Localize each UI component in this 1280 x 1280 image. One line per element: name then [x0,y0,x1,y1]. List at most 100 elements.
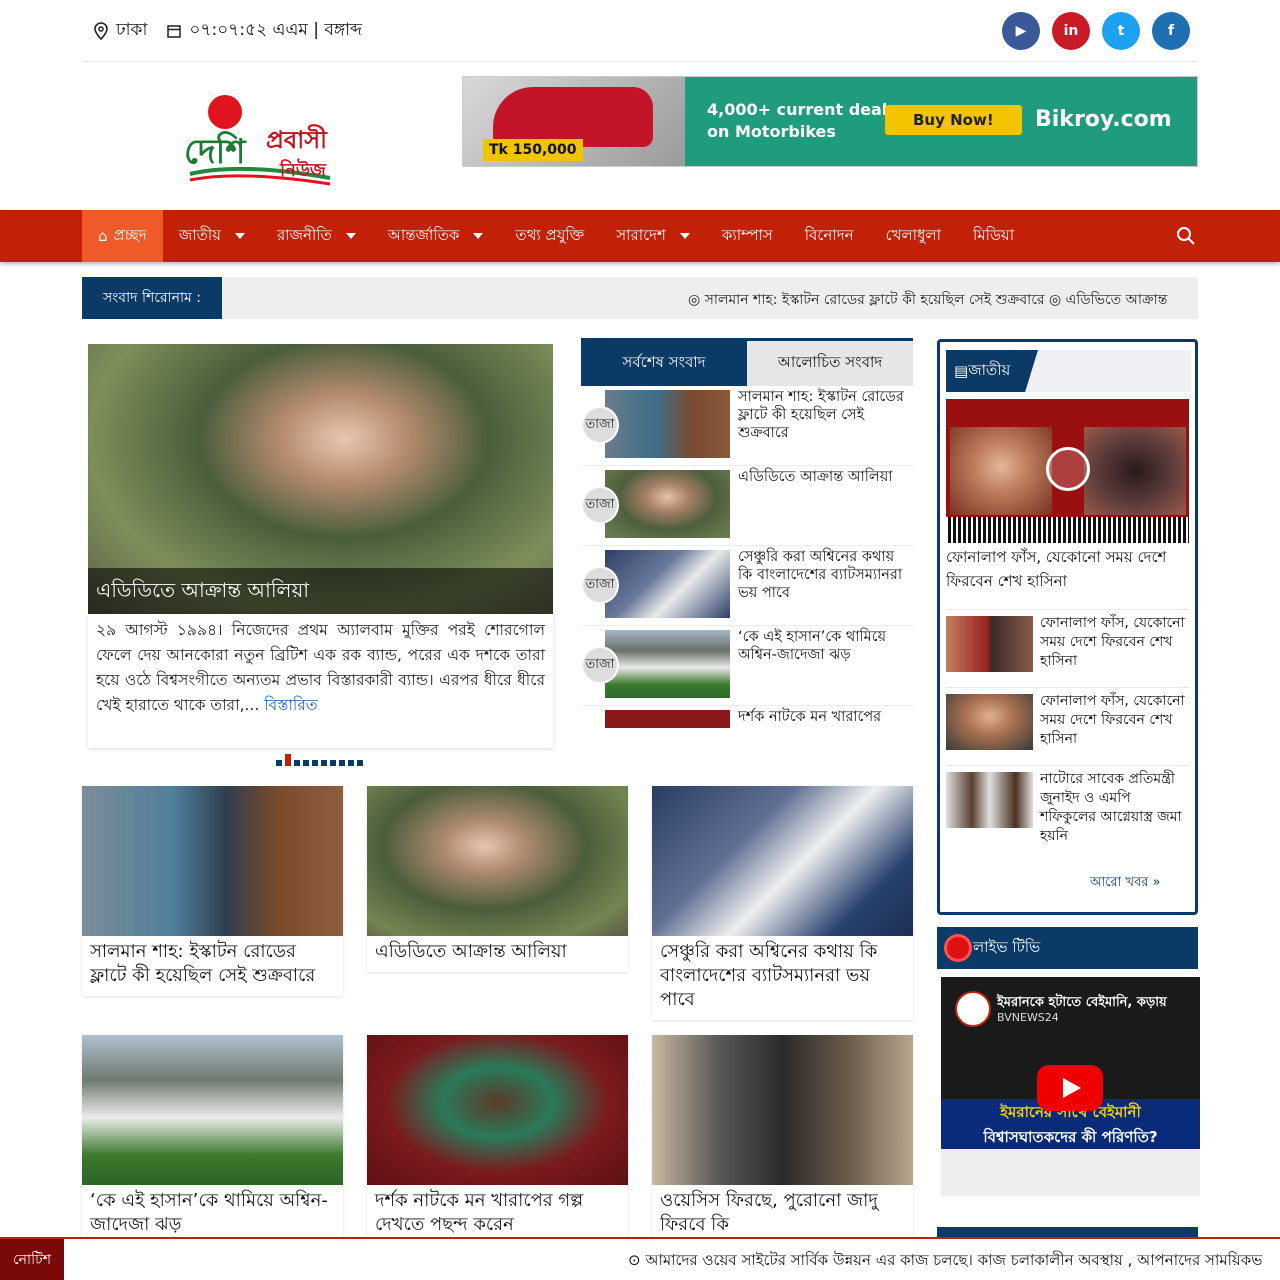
card-title[interactable]: সালমান শাহ: ইস্কাটন রোডের ফ্লাটে কী হয়ে… [82,936,343,996]
news-tabs: সর্বশেষ সংবাদ আলোচিত সংবাদ [581,338,913,386]
nav-item-entertainment[interactable]: বিনোদন [789,210,870,262]
sidebar-row-title[interactable]: ফোনালাপ ফাঁস, যেকোনো সময় দেশে ফিরবেন শে… [1040,692,1190,749]
list-item[interactable]: তাজা এডিডিতে আক্রান্ত আলিয়া [581,466,913,546]
tab-popular[interactable]: আলোচিত সংবাদ [747,341,913,386]
news-title[interactable]: দর্শক নাটকে মন খারাপের [738,708,908,726]
list-item[interactable]: তাজা সালমান শাহ: ইস্কাটন রোডের ফ্লাটে কী… [581,386,913,466]
news-thumbnail [605,390,730,458]
sidebar-row[interactable]: নাটোরে সাবেক প্রতিমন্ত্রী জুনাইদ ও এমপি … [946,765,1189,844]
slider-dot-active[interactable] [285,754,291,766]
slider-dot[interactable] [357,760,363,766]
ad-brand: Bikroy.com [1035,107,1172,132]
card-title[interactable]: দর্শক নাটকে মন খারাপের গল্প দেখতে পছন্দ … [367,1185,628,1245]
audio-waveform [946,517,1189,543]
nav-item-technology[interactable]: তথ্য প্রযুক্তি [499,210,600,262]
twitter-icon[interactable]: t [1102,12,1140,50]
sidebar-row[interactable]: ফোনালাপ ফাঁস, যেকোনো সময় দেশে ফিরবেন শে… [946,687,1189,761]
chevron-down-icon [234,233,245,239]
top-bar: ঢাকা ০৭:০৭:৫২ এএম | বঙ্গাব্দ ▶ in t f [82,0,1198,62]
sidebar-next-widget [937,1227,1198,1237]
sidebar-row[interactable]: ফোনালাপ ফাঁস, যেকোনো সময় দেশে ফিরবেন শে… [946,609,1189,683]
logo-line1: দেশি [184,132,246,172]
social-links: ▶ in t f [1002,12,1190,50]
read-more-link[interactable]: বিস্তারিত [264,696,317,714]
ad-buy-button[interactable]: Buy Now! [885,105,1022,135]
news-title[interactable]: সালমান শাহ: ইস্কাটন রোডের ফ্লাটে কী হয়ে… [738,388,908,442]
sidebar-row-title[interactable]: নাটোরে সাবেক প্রতিমন্ত্রী জুনাইদ ও এমপি … [1040,770,1190,846]
slider-dot[interactable] [330,760,336,766]
audio-play-icon[interactable] [1046,447,1090,491]
ad-banner[interactable]: Tk 150,000 4,000+ current deals on Motorb… [462,76,1198,167]
channel-logo [955,991,991,1027]
facebook-icon[interactable]: f [1152,12,1190,50]
card-image [367,1035,628,1185]
news-thumbnail [605,470,730,538]
news-card[interactable]: দর্শক নাটকে মন খারাপের গল্প দেখতে পছন্দ … [367,1035,628,1245]
nav-item-media[interactable]: মিডিয়া [957,210,1030,262]
sidebar-main-title[interactable]: ফোনালাপ ফাঁস, যেকোনো সময় দেশে ফিরবেন শে… [946,545,1189,593]
slider-dot[interactable] [348,760,354,766]
news-card[interactable]: ‘কে এই হাসান’কে থামিয়ে অশ্বিন-জাদেজা ঝড… [82,1035,343,1245]
nav-item-home[interactable]: ⌂ প্রচ্ছদ [82,210,163,262]
news-card[interactable]: সালমান শাহ: ইস্কাটন রোডের ফ্লাটে কী হয়ে… [82,786,343,996]
slider-dot[interactable] [312,760,318,766]
live-dot-icon [947,937,969,959]
nav-item-international[interactable]: আন্তর্জাতিক [372,210,500,262]
list-item[interactable]: দর্শক নাটকে মন খারাপের [581,706,913,728]
slider-dot[interactable] [276,760,282,766]
featured-caption[interactable]: এডিডিতে আক্রান্ত আলিয়া [88,568,553,614]
sidebar-row-title[interactable]: ফোনালাপ ফাঁস, যেকোনো সময় দেশে ফিরবেন শে… [1040,614,1190,671]
news-card[interactable]: এডিডিতে আক্রান্ত আলিয়া [367,786,628,972]
latest-news-list: তাজা সালমান শাহ: ইস্কাটন রোডের ফ্লাটে কী… [581,386,913,728]
list-item[interactable]: তাজা ‘কে এই হাসান’কে থামিয়ে অশ্বিন-জাদে… [581,626,913,706]
news-title[interactable]: সেঞ্চুরি করা অশ্বিনের কথায় কি বাংলাদেশে… [738,548,908,602]
home-icon: ⌂ [98,227,108,245]
sidebar-national: ▤ জাতীয় ফোনালাপ ফাঁস, যেকোনো সময় দেশে ফ… [937,339,1198,915]
featured-description: ২৯ আগস্ট ১৯৯৪। নিজেদের প্রথম অ্যালবাম মু… [88,614,553,748]
search-icon[interactable] [1176,226,1196,246]
nav-item-politics[interactable]: রাজনীতি [261,210,372,262]
news-thumbnail [605,630,730,698]
location-text: ঢাকা [116,19,148,40]
notice-label: নোটিশ [0,1239,64,1280]
nav-item-country[interactable]: সারাদেশ [600,210,706,262]
date-time: ০৭:০৭:৫২ এএম | বঙ্গাব্দ [167,17,362,45]
youtube-icon[interactable]: ▶ [1002,12,1040,50]
card-title[interactable]: এডিডিতে আক্রান্ত আলিয়া [367,936,628,972]
slider-dot[interactable] [303,760,309,766]
live-video-player[interactable]: ইমরানকে হটাতে বেইমানি, কড়ায় BVNEWS24 ই… [941,977,1200,1196]
more-news-link[interactable]: আরো খবর » [1090,873,1160,894]
slider-dot[interactable] [294,760,300,766]
card-title[interactable]: সেঞ্চুরি করা অশ্বিনের কথায় কি বাংলাদেশে… [652,936,913,1020]
nav-item-national[interactable]: জাতীয় [163,210,261,262]
site-logo[interactable]: দেশি প্রবাসী নিউজ [180,92,350,192]
play-button[interactable] [1037,1065,1103,1111]
card-title[interactable]: ওয়েসিস ফিরছে, পুরোনো জাদু ফিরবে কি [652,1185,913,1245]
news-thumbnail [605,550,730,618]
notice-text: ⊙ আমাদের ওয়েব সাইটের সার্বিক উন্নয়ন এর… [628,1251,1263,1269]
list-item[interactable]: তাজা সেঞ্চুরি করা অশ্বিনের কথায় কি বাংল… [581,546,913,626]
news-thumbnail [605,710,730,728]
sidebar-main-image[interactable] [946,399,1189,543]
newspaper-icon: ▤ [954,362,969,380]
tab-latest[interactable]: সর্বশেষ সংবাদ [581,341,747,386]
sidebar-thumbnail [946,616,1033,672]
news-card[interactable]: ওয়েসিস ফিরছে, পুরোনো জাদু ফিরবে কি [652,1035,913,1245]
sidebar-thumbnail [946,772,1033,828]
linkedin-icon[interactable]: in [1052,12,1090,50]
featured-story[interactable]: এডিডিতে আক্রান্ত আলিয়া [88,344,553,614]
chevron-down-icon [473,233,484,239]
nav-item-campus[interactable]: ক্যাম্পাস [706,210,789,262]
nav-item-sports[interactable]: খেলাধুলা [870,210,957,262]
live-tv-header: লাইভ টিভি [937,927,1198,969]
sidebar-heading[interactable]: ▤ জাতীয় [946,350,1038,392]
news-card[interactable]: সেঞ্চুরি করা অশ্বিনের কথায় কি বাংলাদেশে… [652,786,913,1020]
news-title[interactable]: এডিডিতে আক্রান্ত আলিয়া [738,468,908,486]
news-title[interactable]: ‘কে এই হাসান’কে থামিয়ে অশ্বিন-জাদেজা ঝড… [738,628,908,664]
slider-dot[interactable] [321,760,327,766]
notice-bar: নোটিশ ⊙ আমাদের ওয়েব সাইটের সার্বিক উন্ন… [0,1237,1280,1280]
live-tv-label: লাইভ টিভি [973,937,1041,956]
slider-dot[interactable] [339,760,345,766]
card-title[interactable]: ‘কে এই হাসান’কে থামিয়ে অশ্বিন-জাদেজা ঝড… [82,1185,343,1245]
ticker-text[interactable]: ◎ সালমান শাহ: ইস্কাটন রোডের ফ্লাটে কী হয… [688,288,1167,312]
